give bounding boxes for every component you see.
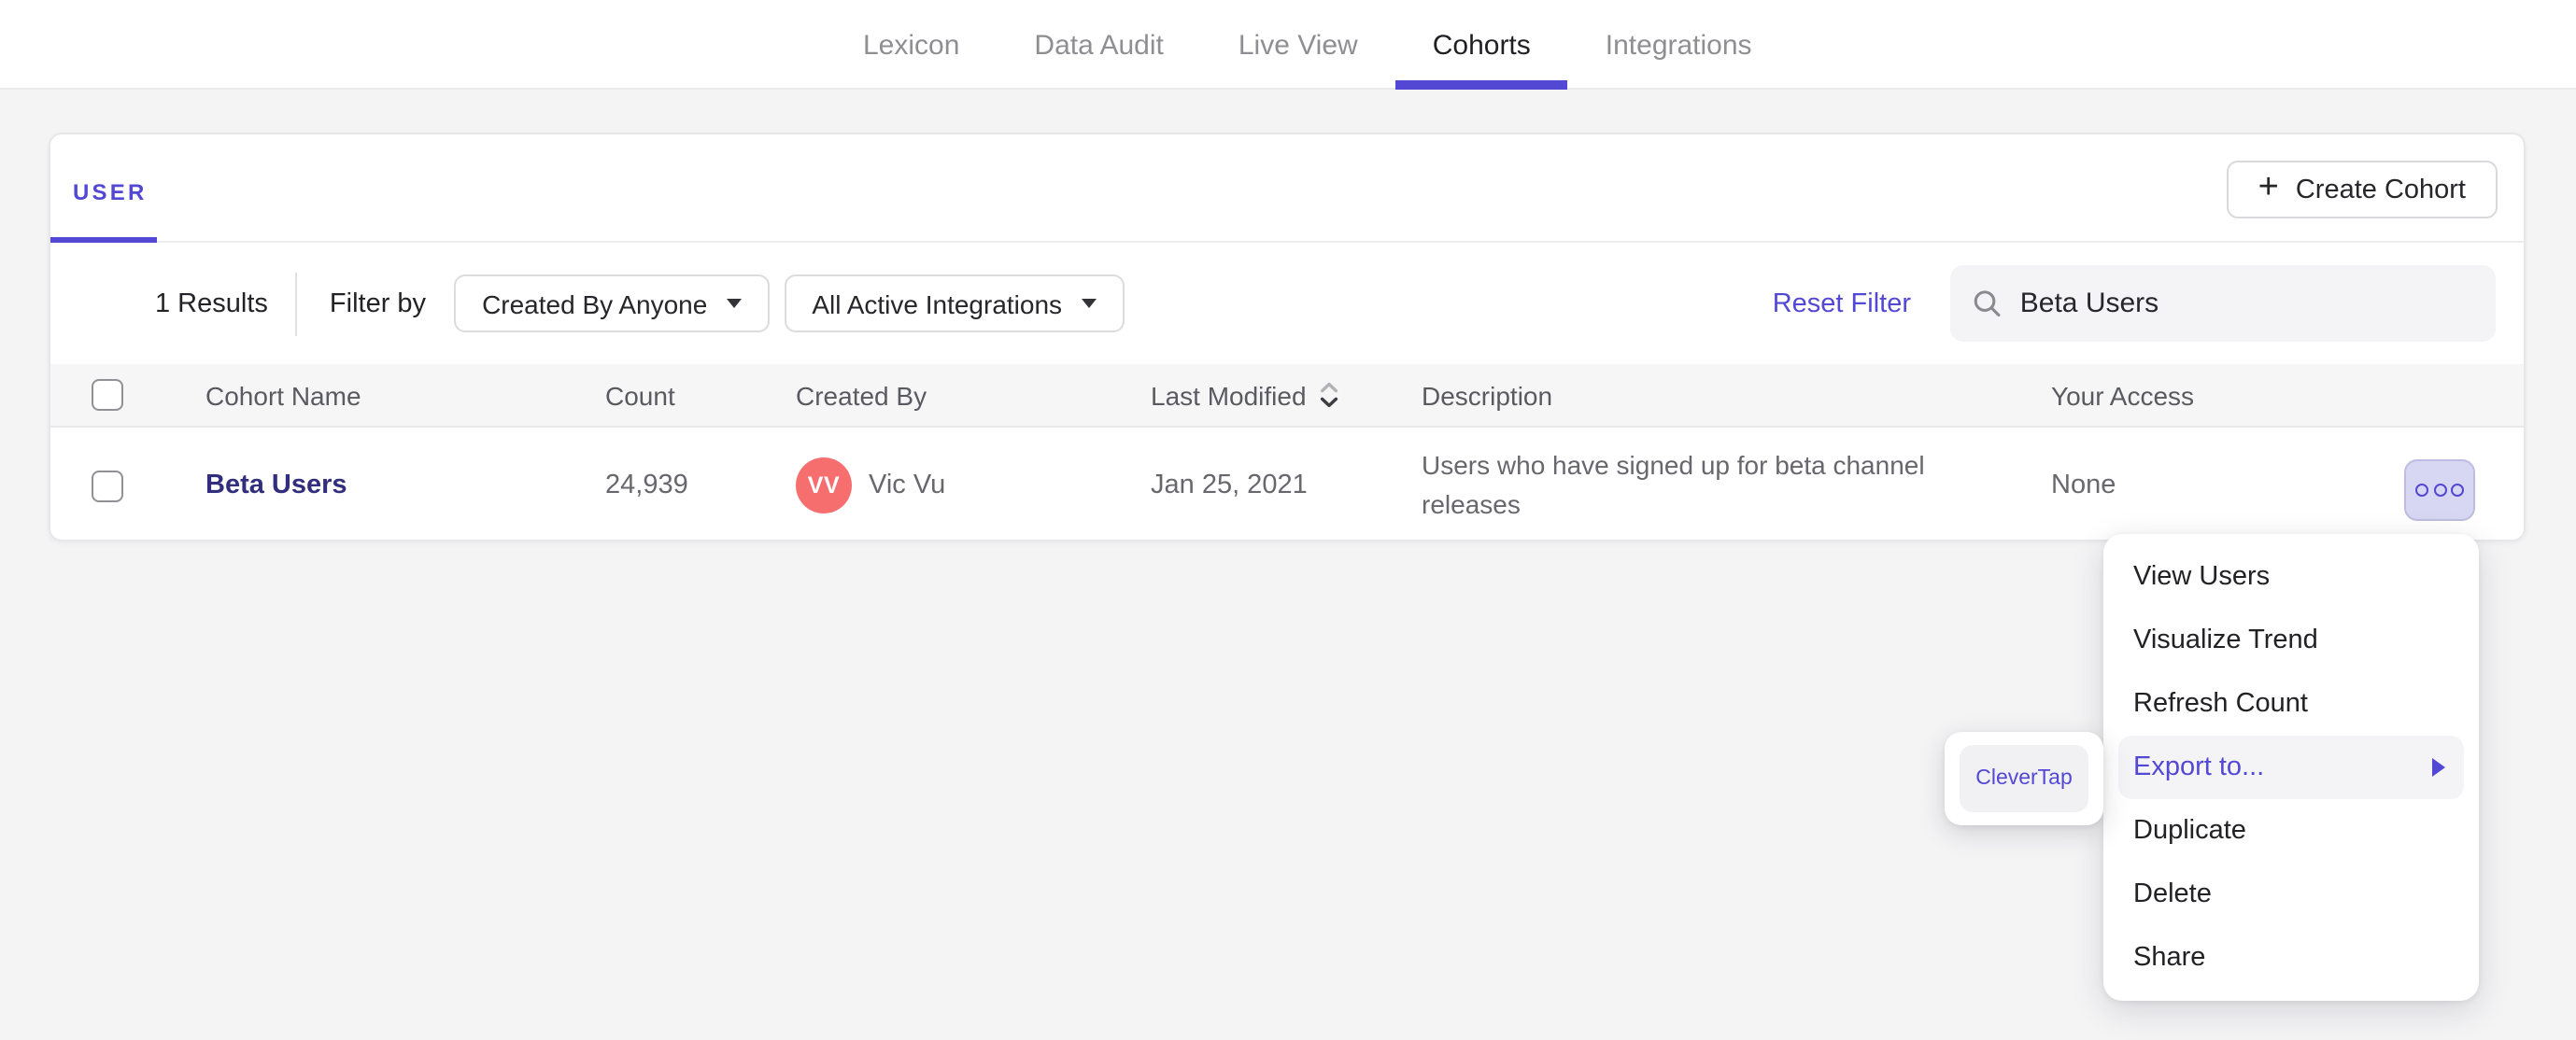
more-options-icon [2451, 484, 2464, 497]
menu-item-share[interactable]: Share [2103, 926, 2479, 990]
table-row: Beta Users 24,939 VV Vic Vu Jan 25, 2021… [50, 428, 2524, 543]
top-navigation-bar: Lexicon Data Audit Live View Cohorts Int… [0, 0, 2576, 90]
description-cell: Users who have signed up for beta channe… [1422, 449, 1925, 519]
row-checkbox[interactable] [92, 470, 123, 501]
filter-bar: 1 Results Filter by Created By Anyone Al… [50, 243, 2524, 364]
vertical-divider [295, 272, 298, 335]
last-modified-cell: Jan 25, 2021 [1151, 471, 1308, 500]
nav-tab-label: Live View [1238, 29, 1358, 61]
nav-tab-integrations[interactable]: Integrations [1568, 0, 1790, 90]
column-header-your-access: Your Access [2051, 380, 2195, 410]
integrations-filter-dropdown[interactable]: All Active Integrations [784, 274, 1125, 332]
nav-tab-label: Data Audit [1034, 29, 1164, 61]
results-count: 1 Results [155, 288, 268, 318]
submenu-arrow-icon [2432, 758, 2445, 777]
created-by-name: Vic Vu [869, 471, 946, 500]
column-header-last-modified-label: Last Modified [1151, 380, 1307, 410]
cohort-name-link[interactable]: Beta Users [205, 471, 347, 500]
menu-item-view-users[interactable]: View Users [2103, 545, 2479, 609]
nav-tab-cohorts[interactable]: Cohorts [1394, 0, 1568, 90]
integrations-filter-value: All Active Integrations [812, 288, 1063, 318]
more-options-button[interactable] [2404, 459, 2475, 521]
menu-item-duplicate[interactable]: Duplicate [2103, 799, 2479, 863]
submenu-item-clevertap[interactable]: CleverTap [1960, 745, 2088, 812]
plus-icon: + [2258, 168, 2279, 207]
menu-item-visualize-trend[interactable]: Visualize Trend [2103, 609, 2479, 672]
chevron-down-icon [1081, 299, 1097, 308]
more-options-icon [2415, 484, 2428, 497]
nav-tab-label: Integrations [1605, 29, 1752, 61]
select-all-checkbox[interactable] [92, 379, 123, 411]
created-by-filter-value: Created By Anyone [482, 288, 708, 318]
tab-user[interactable]: USER [73, 179, 148, 205]
avatar: VV [796, 457, 852, 513]
nav-tab-label: Lexicon [863, 29, 960, 61]
nav-tab-lexicon[interactable]: Lexicon [826, 0, 997, 90]
menu-item-refresh-count[interactable]: Refresh Count [2103, 672, 2479, 736]
menu-item-export-to[interactable]: Export to... [2118, 736, 2464, 799]
cohort-name-cell: Beta Users [205, 471, 605, 500]
reset-filter-link[interactable]: Reset Filter [1773, 288, 1911, 318]
created-by-cell: VV Vic Vu [796, 457, 1151, 513]
nav-tabs: Lexicon Data Audit Live View Cohorts Int… [826, 0, 1790, 90]
menu-item-delete[interactable]: Delete [2103, 863, 2479, 926]
count-cell: 24,939 [605, 471, 688, 500]
nav-tab-live-view[interactable]: Live View [1201, 0, 1395, 90]
search-icon [1974, 290, 2001, 317]
menu-item-export-to-label: Export to... [2133, 752, 2265, 782]
cohort-context-menu: View Users Visualize Trend Refresh Count… [2103, 534, 2479, 1001]
column-header-count: Count [605, 380, 675, 410]
search-box[interactable] [1950, 265, 2496, 342]
search-input[interactable] [2019, 288, 2473, 319]
cohorts-panel: USER + Create Cohort 1 Results Filter by… [49, 133, 2526, 541]
header-checkbox-cell [50, 379, 205, 411]
nav-tab-label: Cohorts [1432, 29, 1531, 61]
chevron-down-icon [726, 299, 742, 308]
nav-tab-data-audit[interactable]: Data Audit [997, 0, 1200, 90]
table-header-row: Cohort Name Count Created By Last Modifi… [50, 364, 2524, 428]
column-header-description: Description [1422, 380, 1553, 410]
create-cohort-label: Create Cohort [2295, 175, 2466, 204]
export-submenu: CleverTap [1945, 732, 2103, 825]
create-cohort-button[interactable]: + Create Cohort [2226, 161, 2498, 218]
filter-by-label: Filter by [329, 288, 427, 318]
sort-icon [1321, 382, 1338, 408]
row-checkbox-cell [50, 470, 205, 501]
column-header-cohort-name: Cohort Name [205, 380, 361, 410]
column-header-last-modified[interactable]: Last Modified [1151, 380, 1422, 410]
created-by-filter-dropdown[interactable]: Created By Anyone [454, 274, 770, 332]
column-header-created-by: Created By [796, 380, 927, 410]
cohort-type-tab-bar: USER + Create Cohort [50, 134, 2524, 243]
more-options-icon [2433, 484, 2446, 497]
